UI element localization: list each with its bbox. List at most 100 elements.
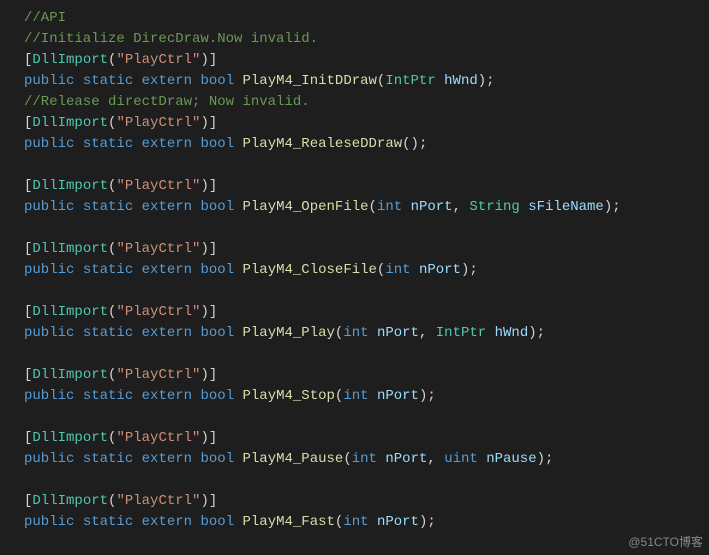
keyword-static: static (83, 388, 133, 404)
attribute-name: DllImport (32, 304, 108, 320)
type-bool: bool (200, 388, 234, 404)
keyword-public: public (24, 451, 74, 467)
param-type: int (385, 262, 410, 278)
code-line (24, 344, 709, 365)
param-type: IntPtr (436, 325, 486, 341)
param-name: nPort (377, 325, 419, 341)
bracket-close: ] (209, 115, 217, 131)
type-bool: bool (200, 451, 234, 467)
keyword-static: static (83, 514, 133, 530)
comment: //API (24, 10, 66, 26)
keyword-extern: extern (142, 388, 192, 404)
keyword-public: public (24, 199, 74, 215)
keyword-static: static (83, 199, 133, 215)
paren-close: ) (528, 325, 536, 341)
keyword-public: public (24, 136, 74, 152)
code-line: //Release directDraw; Now invalid. (24, 92, 709, 113)
method-name: PlayM4_Pause (243, 451, 344, 467)
string-literal: "PlayCtrl" (116, 430, 200, 446)
code-editor[interactable]: //API//Initialize DirecDraw.Now invalid.… (0, 0, 709, 541)
watermark: @51CTO博客 (628, 533, 703, 551)
keyword-static: static (83, 262, 133, 278)
code-line (24, 281, 709, 302)
keyword-extern: extern (142, 199, 192, 215)
param-name: sFileName (528, 199, 604, 215)
code-line: public static extern bool PlayM4_Realese… (24, 134, 709, 155)
param-name: hWnd (495, 325, 529, 341)
bracket-close: ] (209, 241, 217, 257)
param-type: int (352, 451, 377, 467)
code-line (24, 407, 709, 428)
code-line: [DllImport("PlayCtrl")] (24, 113, 709, 134)
string-literal: "PlayCtrl" (116, 304, 200, 320)
paren-close: ) (604, 199, 612, 215)
semicolon: ; (612, 199, 620, 215)
param-name: nPort (411, 199, 453, 215)
keyword-static: static (83, 451, 133, 467)
method-name: PlayM4_InitDDraw (243, 73, 377, 89)
keyword-extern: extern (142, 262, 192, 278)
semicolon: ; (427, 388, 435, 404)
code-line: public static extern bool PlayM4_OpenFil… (24, 197, 709, 218)
attribute-name: DllImport (32, 367, 108, 383)
param-type: int (377, 199, 402, 215)
bracket-close: ] (209, 178, 217, 194)
keyword-public: public (24, 388, 74, 404)
type-bool: bool (200, 73, 234, 89)
type-bool: bool (200, 262, 234, 278)
param-type: IntPtr (385, 73, 435, 89)
paren-close: ) (537, 451, 545, 467)
keyword-public: public (24, 262, 74, 278)
keyword-extern: extern (142, 136, 192, 152)
string-literal: "PlayCtrl" (116, 241, 200, 257)
string-literal: "PlayCtrl" (116, 367, 200, 383)
comma: , (453, 199, 470, 215)
bracket-close: ] (209, 430, 217, 446)
method-name: PlayM4_RealeseDDraw (243, 136, 403, 152)
bracket-close: ] (209, 367, 217, 383)
code-line: //API (24, 8, 709, 29)
param-name: nPort (385, 451, 427, 467)
code-line: [DllImport("PlayCtrl")] (24, 365, 709, 386)
param-type: int (343, 388, 368, 404)
attribute-name: DllImport (32, 115, 108, 131)
code-line: [DllImport("PlayCtrl")] (24, 428, 709, 449)
string-literal: "PlayCtrl" (116, 115, 200, 131)
paren-close: ) (200, 367, 208, 383)
paren-close: ) (200, 430, 208, 446)
code-line: [DllImport("PlayCtrl")] (24, 302, 709, 323)
param-name: hWnd (444, 73, 478, 89)
code-line: public static extern bool PlayM4_Fast(in… (24, 512, 709, 533)
comma: , (419, 325, 436, 341)
semicolon: ; (486, 73, 494, 89)
keyword-static: static (83, 136, 133, 152)
method-name: PlayM4_Stop (243, 388, 335, 404)
paren-close: ) (200, 52, 208, 68)
method-name: PlayM4_Play (243, 325, 335, 341)
keyword-extern: extern (142, 514, 192, 530)
comment: //Release directDraw; Now invalid. (24, 94, 310, 110)
method-name: PlayM4_OpenFile (243, 199, 369, 215)
param-name: nPort (377, 388, 419, 404)
paren-open: ( (402, 136, 410, 152)
bracket-close: ] (209, 493, 217, 509)
bracket-close: ] (209, 304, 217, 320)
type-bool: bool (200, 514, 234, 530)
code-line: public static extern bool PlayM4_Pause(i… (24, 449, 709, 470)
keyword-public: public (24, 73, 74, 89)
keyword-public: public (24, 514, 74, 530)
code-line (24, 218, 709, 239)
keyword-public: public (24, 325, 74, 341)
code-line: [DllImport("PlayCtrl")] (24, 50, 709, 71)
param-name: nPause (486, 451, 536, 467)
code-line: public static extern bool PlayM4_CloseFi… (24, 260, 709, 281)
param-name: nPort (419, 262, 461, 278)
keyword-static: static (83, 73, 133, 89)
string-literal: "PlayCtrl" (116, 52, 200, 68)
paren-close: ) (200, 304, 208, 320)
attribute-name: DllImport (32, 52, 108, 68)
semicolon: ; (545, 451, 553, 467)
paren-open: ( (369, 199, 377, 215)
code-line (24, 155, 709, 176)
semicolon: ; (469, 262, 477, 278)
